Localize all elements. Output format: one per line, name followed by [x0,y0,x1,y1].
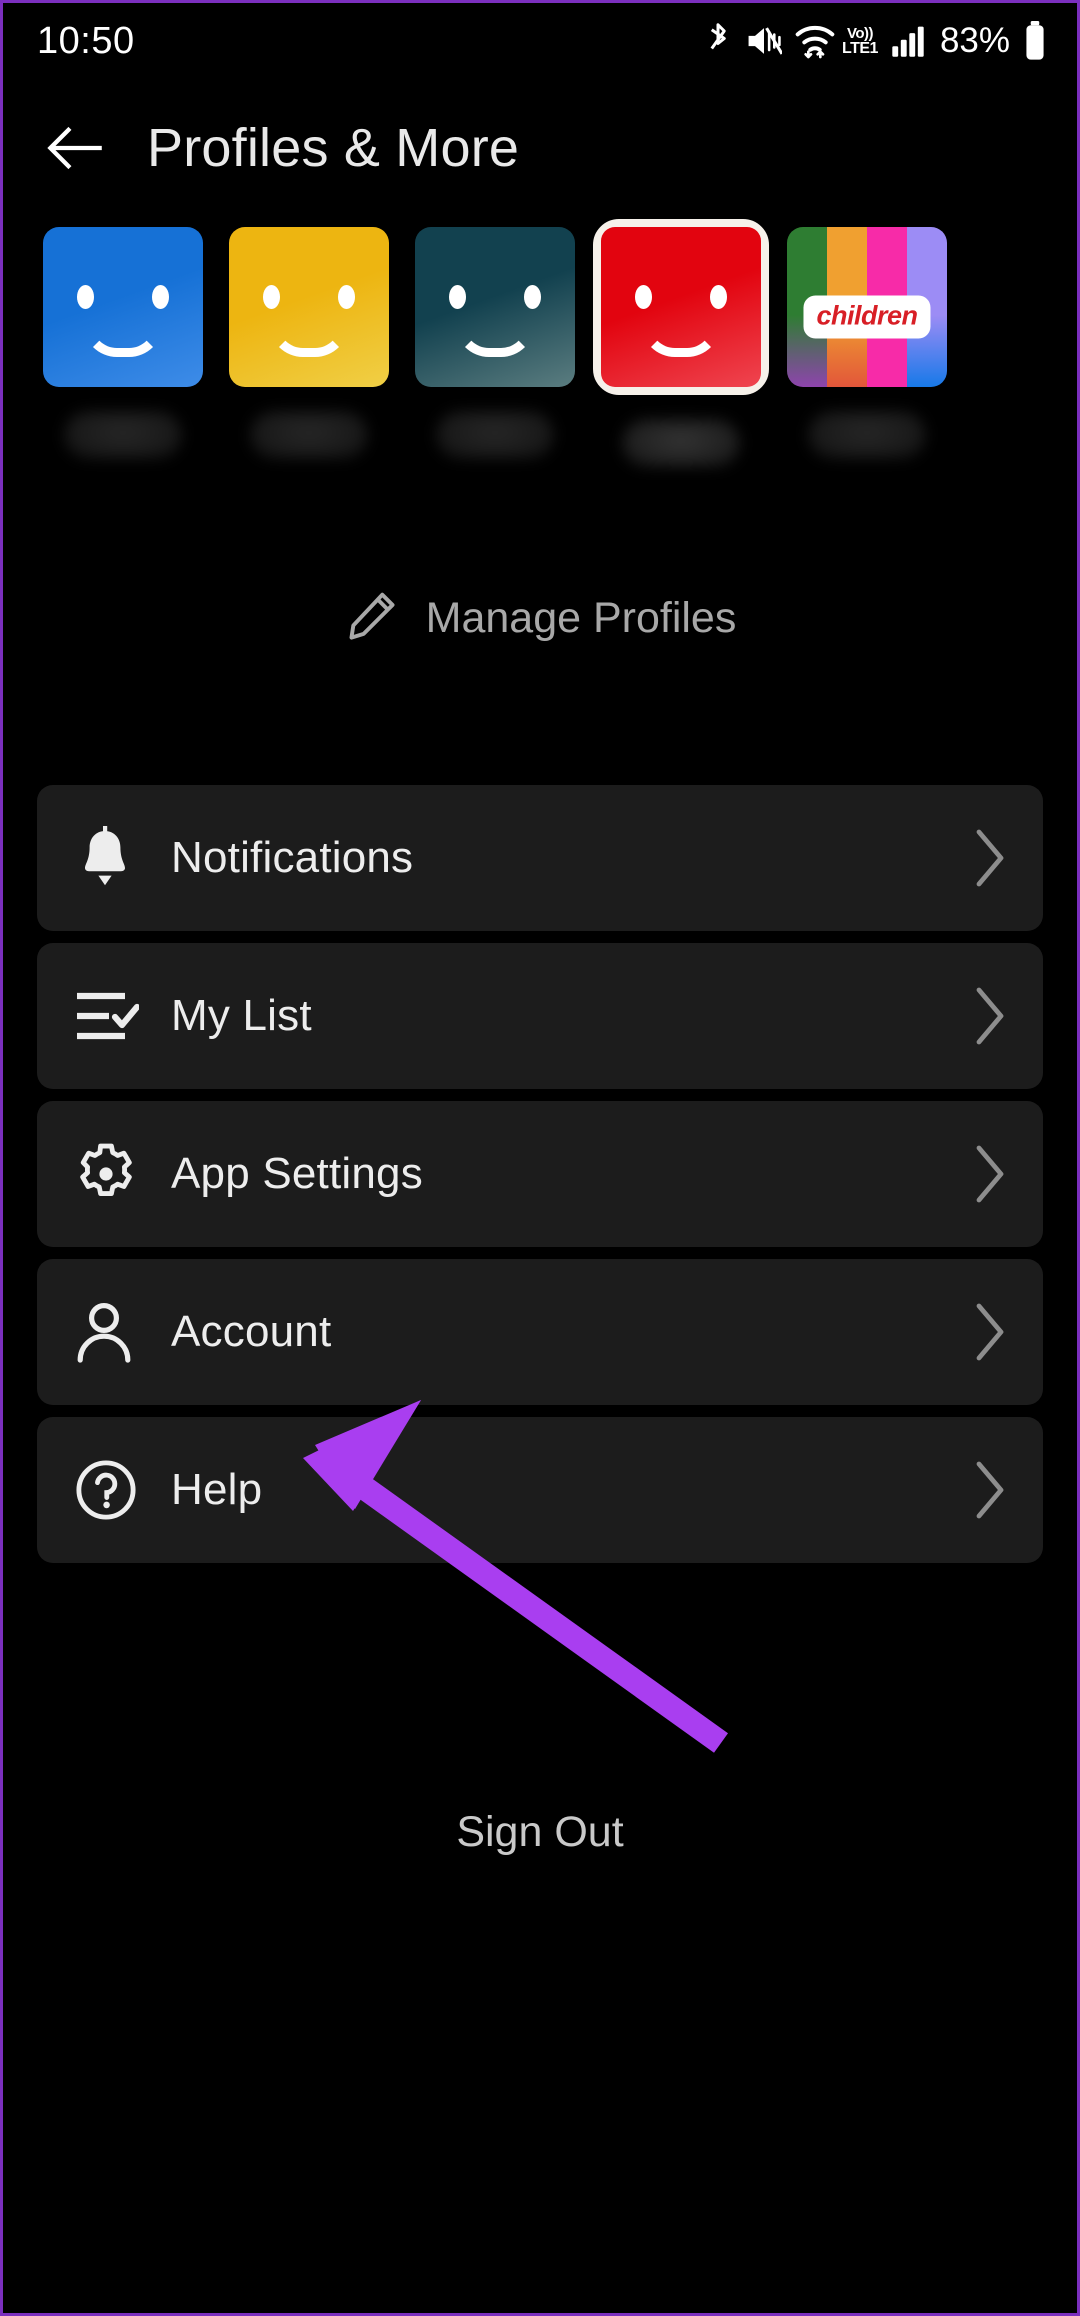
profile-tile-0[interactable] [43,227,203,459]
profile-avatar[interactable] [415,227,575,387]
menu-label-account: Account [171,1307,332,1356]
page-header: Profiles & More [3,93,1077,203]
avatar [415,227,575,387]
profile-name-redacted [622,419,740,467]
avatar-eye-left [77,285,94,309]
status-bar: 10:50 Vo)) LTE1 83% [3,3,1077,79]
avatar-eye-left [635,285,652,309]
chevron-right-icon[interactable] [967,1302,1007,1362]
sign-out-button[interactable]: Sign Out [3,1808,1077,1857]
status-time: 10:50 [37,19,135,62]
battery-icon [1026,21,1044,60]
menu-label-app-settings: App Settings [171,1149,423,1198]
avatar [43,227,203,387]
status-icons: Vo)) LTE1 83% [703,21,1047,61]
avatar-smile [269,323,349,357]
mute-icon [748,27,782,55]
menu-row-account[interactable]: Account [37,1259,1043,1405]
avatar-eye-right [338,285,355,309]
profile-tile-3[interactable] [593,219,769,467]
menu-row-notifications[interactable]: Notifications [37,785,1043,931]
gear-icon [75,1143,143,1205]
avatar-smile [641,323,721,357]
profile-avatar[interactable] [43,227,203,387]
avatar-smile [83,323,163,357]
avatar [229,227,389,387]
avatar [601,227,761,387]
avatar-eye-right [152,285,169,309]
menu-label-notifications: Notifications [171,833,414,882]
menu-label-my-list: My List [171,991,312,1040]
back-button[interactable] [43,116,107,180]
profile-tile-4[interactable]: children [787,227,947,459]
bell-icon [75,826,143,890]
manage-profiles-label: Manage Profiles [425,593,737,642]
profile-name-redacted [250,411,368,459]
battery-percent: 83% [939,21,1010,60]
profiles-strip: children [3,219,1077,467]
phone-screen: 10:50 Vo)) LTE1 83% Profiles & More chil… [0,0,1080,2316]
wifi-icon [795,26,835,59]
volte-bottom-label: LTE1 [842,39,878,57]
profile-tile-2[interactable] [415,227,575,459]
volte-icon: Vo)) LTE1 [842,26,878,57]
avatar: children [787,227,947,387]
settings-menu: Notifications My List App Settings Account H… [37,785,1043,1563]
kids-profile-label: children [806,298,928,336]
chevron-right-icon[interactable] [967,1144,1007,1204]
signal-icon [892,26,924,57]
avatar-smile [455,323,535,357]
avatar-eye-left [449,285,466,309]
menu-row-help[interactable]: Help [37,1417,1043,1563]
profile-avatar-selected[interactable] [593,219,769,395]
avatar-eye-left [263,285,280,309]
page-title: Profiles & More [147,118,520,178]
profile-name-redacted [808,411,926,459]
profile-name-redacted [64,411,182,459]
menu-label-help: Help [171,1465,263,1514]
person-icon [75,1300,143,1364]
manage-profiles-button[interactable]: Manage Profiles [3,573,1077,663]
menu-row-app-settings[interactable]: App Settings [37,1101,1043,1247]
avatar-eye-right [710,285,727,309]
chevron-right-icon[interactable] [967,1460,1007,1520]
profile-name-redacted [436,411,554,459]
list-check-icon [75,988,143,1044]
avatar-eye-right [524,285,541,309]
chevron-right-icon[interactable] [967,828,1007,888]
chevron-right-icon[interactable] [967,986,1007,1046]
menu-row-my-list[interactable]: My List [37,943,1043,1089]
back-arrow-icon [47,126,102,170]
pencil-icon [349,592,395,640]
profile-avatar[interactable]: children [787,227,947,387]
question-circle-icon [75,1459,143,1521]
bluetooth-icon [710,23,726,50]
profile-tile-1[interactable] [229,227,389,459]
profile-avatar[interactable] [229,227,389,387]
volte-top-label: Vo)) [846,24,874,42]
